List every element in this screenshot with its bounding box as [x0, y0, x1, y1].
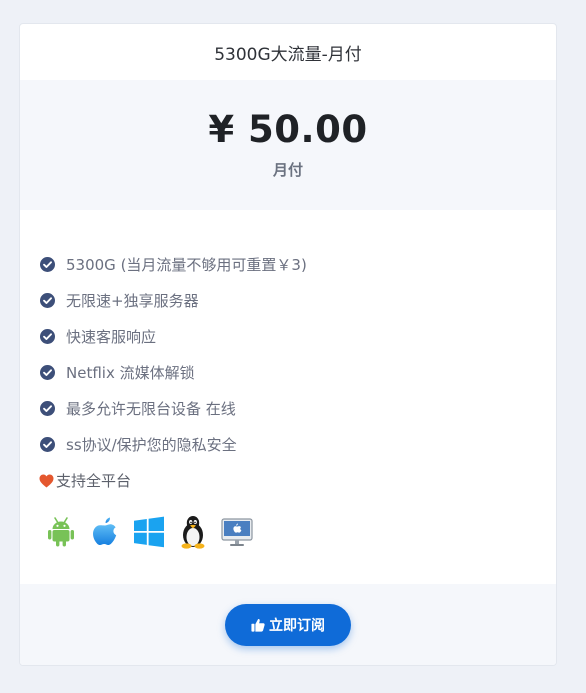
check-circle-icon [40, 328, 55, 344]
check-circle-icon [40, 436, 55, 452]
thumbs-up-icon [251, 619, 265, 632]
plan-price: ¥ 50.00 [208, 108, 368, 151]
platform-support-text: 支持全平台 [56, 472, 132, 490]
imac-icon [220, 515, 254, 549]
feature-item: 无限速+独享服务器 [40, 282, 307, 318]
feature-item: 5300G (当月流量不够用可重置￥3) [40, 246, 307, 282]
linux-penguin-icon [176, 515, 210, 549]
subscribe-button-label: 立即订阅 [269, 618, 325, 634]
platform-icons [44, 515, 264, 549]
feature-text: 最多允许无限台设备 在线 [66, 399, 236, 418]
platform-support: 支持全平台 [39, 470, 131, 491]
feature-text: 无限速+独享服务器 [66, 291, 199, 310]
feature-item: 最多允许无限台设备 在线 [40, 390, 307, 426]
apple-icon [88, 515, 122, 549]
feature-item: ss协议/保护您的隐私安全 [40, 426, 307, 462]
heart-icon [39, 473, 54, 488]
feature-item: Netflix 流媒体解锁 [40, 354, 307, 390]
feature-text: 5300G (当月流量不够用可重置￥3) [66, 255, 307, 274]
android-icon [44, 515, 78, 549]
check-circle-icon [40, 256, 55, 272]
check-circle-icon [40, 400, 55, 416]
windows-icon [132, 515, 166, 549]
feature-text: 快速客服响应 [66, 327, 157, 346]
feature-item: 快速客服响应 [40, 318, 307, 354]
billing-period: 月付 [272, 161, 303, 179]
feature-text: ss协议/保护您的隐私安全 [66, 435, 237, 454]
check-circle-icon [40, 364, 55, 380]
card-footer: 立即订阅 [20, 584, 556, 665]
feature-list: 5300G (当月流量不够用可重置￥3) 无限速+独享服务器 快速客服响应 Ne… [40, 246, 307, 462]
plan-card: 5300G大流量-月付 ¥ 50.00 月付 5300G (当月流量不够用可重置… [19, 23, 557, 666]
check-circle-icon [40, 292, 55, 308]
price-section: ¥ 50.00 月付 [20, 80, 556, 210]
feature-text: Netflix 流媒体解锁 [66, 363, 195, 382]
plan-title: 5300G大流量-月付 [214, 44, 362, 65]
subscribe-button[interactable]: 立即订阅 [225, 604, 351, 646]
